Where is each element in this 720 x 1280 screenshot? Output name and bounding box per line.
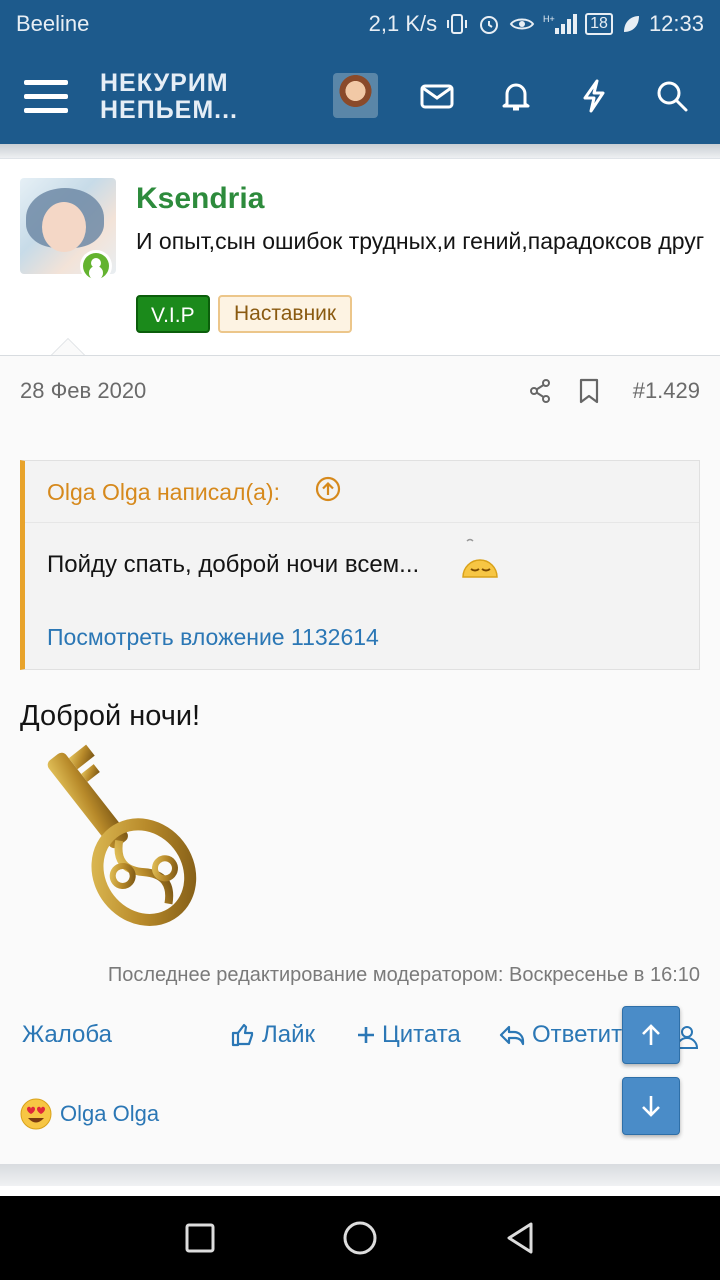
quote-block: Olga Olga написал(а): Пойду спать, добро… [20, 460, 700, 670]
quote-button[interactable]: Цитата [356, 1021, 461, 1049]
clock: 12:33 [648, 11, 704, 36]
thumbs-up-icon [231, 1023, 254, 1047]
scroll-down-button[interactable] [622, 1077, 680, 1135]
recents-icon[interactable] [180, 1218, 220, 1258]
report-button[interactable]: Жалоба [22, 1021, 112, 1049]
bolt-icon[interactable] [576, 78, 612, 114]
author-name[interactable]: Ksendria [136, 182, 264, 216]
scroll-up-button[interactable] [622, 1006, 680, 1064]
reaction-summary[interactable]: Olga Olga [20, 1098, 159, 1130]
header-pointer [51, 338, 85, 355]
logo-line-1: НЕКУРИМ [100, 69, 229, 97]
inbox-icon[interactable] [419, 78, 455, 114]
badge-vip: V.I.P [136, 295, 210, 333]
share-icon[interactable] [528, 378, 552, 404]
quote-label: Цитата [382, 1021, 461, 1048]
menu-icon[interactable] [24, 80, 68, 114]
post-separator [0, 1164, 720, 1186]
sleepy-emoji-icon [462, 538, 498, 578]
account-avatar[interactable] [333, 73, 378, 118]
quote-author[interactable]: Olga Olga написал(а): [47, 479, 280, 506]
heart-eyes-emoji-icon [20, 1098, 52, 1130]
leaf-icon [623, 16, 639, 32]
online-status-icon [80, 250, 112, 282]
arrow-up-icon [642, 1024, 660, 1045]
report-label: Жалоба [22, 1021, 112, 1048]
search-icon[interactable] [654, 78, 690, 114]
bell-icon[interactable] [498, 78, 534, 114]
divider [0, 158, 720, 159]
author-title: И опыт,сын ошибок трудных,и гений,парадо… [136, 228, 705, 254]
site-logo[interactable]: НЕКУРИМ НЕПЬЕМ... [100, 70, 238, 124]
battery-level: 18 [585, 13, 613, 35]
quote-header: Olga Olga написал(а): [25, 461, 699, 523]
like-button[interactable]: Лайк [230, 1021, 315, 1049]
reply-label: Ответить [532, 1021, 635, 1048]
net-speed: 2,1 K/s [368, 11, 438, 36]
edit-note: Последнее редактирование модератором: Во… [107, 964, 700, 986]
post-message: Доброй ночи! [20, 700, 201, 732]
carrier-name: Beeline [16, 11, 90, 36]
vibrate-icon [447, 14, 468, 34]
reply-icon [499, 1025, 525, 1046]
badge-mentor: Наставник [218, 295, 353, 333]
back-icon[interactable] [500, 1218, 540, 1258]
svg-text:H+: H+ [543, 14, 555, 24]
reaction-user: Olga Olga [60, 1101, 160, 1126]
home-icon[interactable] [340, 1218, 380, 1258]
status-bar: Beeline 2,1 K/s H+ 18 12:33 [0, 0, 720, 48]
arrow-down-icon [642, 1096, 660, 1117]
bookmark-icon[interactable] [578, 378, 600, 404]
post-number[interactable]: #1.429 [633, 378, 700, 404]
signal-icon: H+ [543, 14, 578, 34]
logo-line-2: НЕПЬЕМ... [100, 96, 239, 124]
arrow-up-circle-icon[interactable] [315, 476, 341, 502]
app-bar-shadow [0, 144, 720, 158]
plus-icon [358, 1027, 374, 1043]
eye-icon [509, 18, 535, 30]
post-date[interactable]: 28 Фев 2020 [20, 378, 146, 404]
alarm-icon [480, 16, 499, 34]
attachment-link[interactable]: Посмотреть вложение 1132614 [47, 624, 379, 651]
reply-button[interactable]: Ответить [498, 1021, 635, 1049]
quote-text: Пойду спать, доброй ночи всем... [47, 551, 420, 578]
key-image[interactable] [20, 740, 220, 940]
like-label: Лайк [262, 1021, 316, 1048]
